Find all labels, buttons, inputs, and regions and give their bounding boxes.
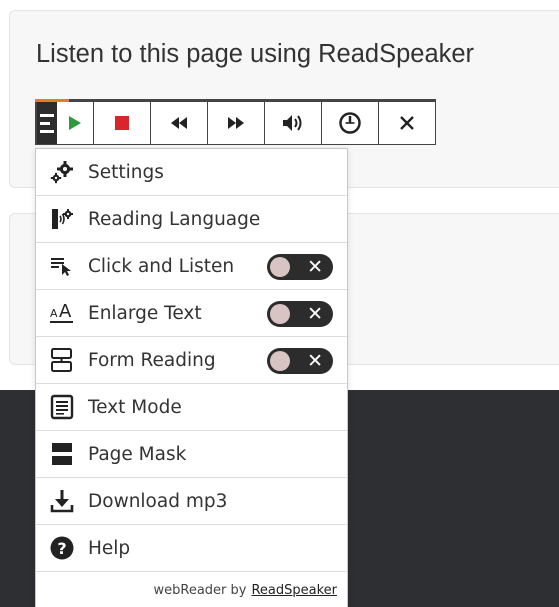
stop-icon <box>115 116 129 130</box>
volume-icon <box>283 115 302 131</box>
rewind-icon <box>171 117 187 129</box>
menu-item-download-mp3[interactable]: Download mp3 <box>36 478 347 525</box>
menu-item-label: Text Mode <box>88 396 182 418</box>
player-menu: Settings Reading Language Click and List… <box>35 148 348 607</box>
svg-text:?: ? <box>57 539 66 558</box>
menu-item-help[interactable]: ? Help <box>36 525 347 572</box>
toggle-knob <box>270 351 290 371</box>
play-button[interactable] <box>57 115 93 131</box>
menu-item-text-mode[interactable]: Text Mode <box>36 384 347 431</box>
enlarge-text-icon: A A <box>50 301 73 323</box>
speaking-head-icon <box>52 209 73 229</box>
fast-forward-button[interactable] <box>207 102 264 144</box>
menu-item-label: Download mp3 <box>88 490 228 512</box>
player-progress-bar <box>35 99 69 102</box>
download-icon <box>50 490 74 513</box>
menu-item-form-reading[interactable]: Form Reading ✕ <box>36 337 347 384</box>
text-mode-icon <box>50 394 74 420</box>
menu-item-label: Help <box>88 537 131 559</box>
menu-item-reading-language[interactable]: Reading Language <box>36 196 347 243</box>
toggle-off-icon: ✕ <box>307 303 323 325</box>
toggle-knob <box>270 304 290 324</box>
rewind-button[interactable] <box>150 102 207 144</box>
menu-item-page-mask[interactable]: Page Mask <box>36 431 347 478</box>
form-reading-icon <box>51 348 72 372</box>
menu-item-enlarge-text[interactable]: A A Enlarge Text ✕ <box>36 290 347 337</box>
form-reading-toggle[interactable]: ✕ <box>267 348 333 374</box>
readspeaker-player <box>35 99 436 145</box>
speed-icon <box>339 112 361 134</box>
toggle-off-icon: ✕ <box>307 256 323 278</box>
menu-item-label: Settings <box>88 161 164 183</box>
fast-forward-icon <box>228 117 244 129</box>
stop-button[interactable] <box>93 102 150 144</box>
page-heading: Listen to this page using ReadSpeaker <box>36 40 475 68</box>
page-mask-icon <box>52 443 72 465</box>
menu-item-label: Click and Listen <box>88 255 235 277</box>
menu-toggle-button[interactable] <box>37 102 57 144</box>
help-icon: ? <box>50 536 74 560</box>
footer-prefix: webReader by <box>153 582 247 598</box>
menu-item-label: Page Mask <box>88 443 187 465</box>
menu-item-label: Form Reading <box>88 349 216 371</box>
click-listen-icon <box>51 258 71 276</box>
menu-item-label: Enlarge Text <box>88 302 202 324</box>
close-player-button[interactable] <box>378 102 435 144</box>
menu-item-label: Reading Language <box>88 208 261 230</box>
menu-footer: webReader by ReadSpeaker <box>36 572 347 607</box>
svg-text:A: A <box>50 307 58 320</box>
speed-button[interactable] <box>321 102 378 144</box>
gears-icon <box>50 161 73 184</box>
click-and-listen-toggle[interactable]: ✕ <box>267 254 333 280</box>
close-icon <box>400 116 414 130</box>
svg-text:A: A <box>59 301 72 322</box>
play-icon <box>69 116 81 130</box>
readspeaker-link[interactable]: ReadSpeaker <box>251 583 337 598</box>
menu-play-button[interactable] <box>36 102 93 144</box>
volume-button[interactable] <box>264 102 321 144</box>
toggle-off-icon: ✕ <box>307 350 323 372</box>
menu-item-click-and-listen[interactable]: Click and Listen ✕ <box>36 243 347 290</box>
menu-item-settings[interactable]: Settings <box>36 149 347 196</box>
toggle-knob <box>270 257 290 277</box>
enlarge-text-toggle[interactable]: ✕ <box>267 301 333 327</box>
